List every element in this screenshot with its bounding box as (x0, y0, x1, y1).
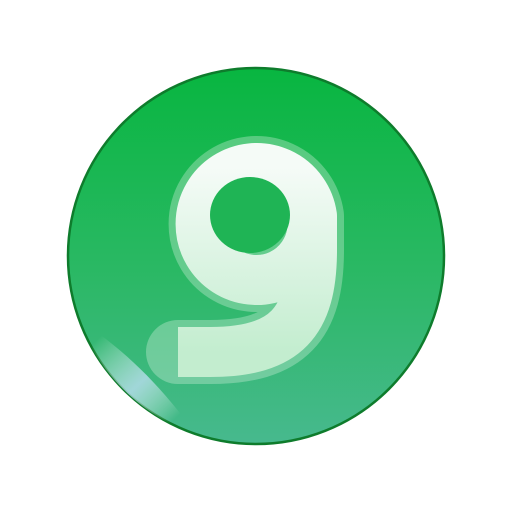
digit-nine (146, 136, 344, 384)
badge-svg: 9 (66, 66, 446, 446)
number-nine-badge: 9 (0, 0, 512, 512)
